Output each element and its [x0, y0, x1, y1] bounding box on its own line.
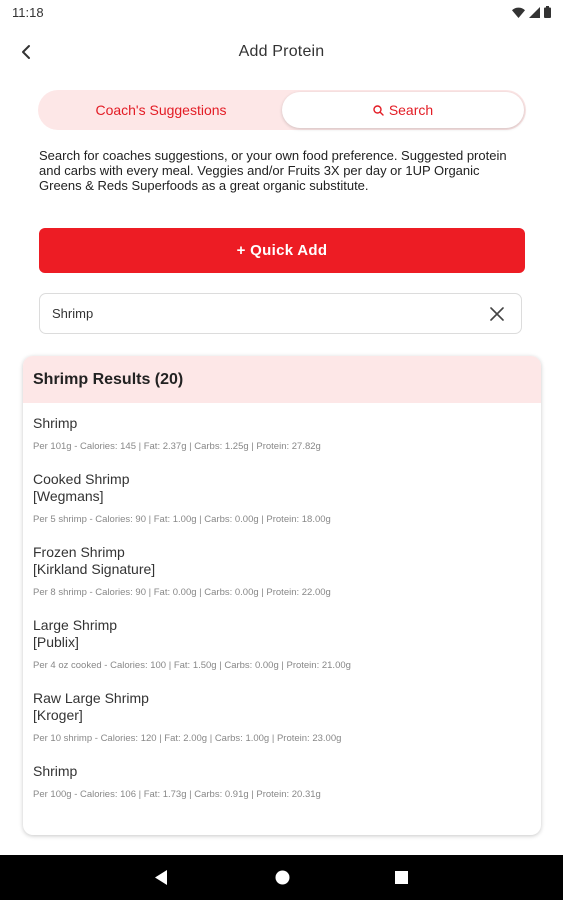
status-time: 11:18 — [12, 4, 44, 20]
close-icon — [490, 306, 504, 321]
battery-icon — [544, 6, 551, 18]
results-header: Shrimp Results (20) — [23, 356, 541, 403]
system-nav-bar — [0, 855, 563, 900]
home-circle-icon — [275, 870, 289, 885]
result-nutrition: Per 5 shrimp - Calories: 90 | Fat: 1.00g… — [33, 514, 331, 525]
result-brand: [Kirkland Signature] — [33, 561, 156, 577]
result-name: Frozen Shrimp — [33, 544, 125, 560]
tab-coach-suggestions[interactable]: Coach's Suggestions — [40, 92, 282, 128]
quick-add-label: + Quick Add — [236, 242, 328, 259]
app-header: Add Protein — [0, 32, 563, 72]
result-name: Raw Large Shrimp — [33, 690, 149, 706]
list-item[interactable]: Frozen Shrimp [Kirkland Signature] Per 8… — [33, 525, 531, 598]
result-name: Large Shrimp — [33, 617, 118, 633]
list-item[interactable]: Raw Large Shrimp [Kroger] Per 10 shrimp … — [33, 671, 531, 744]
nav-back-button[interactable] — [131, 855, 191, 900]
search-input[interactable] — [52, 306, 485, 321]
back-triangle-icon — [154, 870, 167, 885]
signal-icon — [529, 6, 540, 18]
result-nutrition: Per 101g - Calories: 145 | Fat: 2.37g | … — [33, 441, 321, 452]
search-icon — [373, 104, 384, 116]
recents-square-icon — [394, 871, 408, 884]
quick-add-button[interactable]: + Quick Add — [39, 228, 525, 273]
status-icons — [512, 6, 551, 18]
clear-search-button[interactable] — [485, 302, 509, 326]
tab-coach-suggestions-label: Coach's Suggestions — [95, 102, 227, 118]
results-list[interactable]: Shrimp Per 101g - Calories: 145 | Fat: 2… — [23, 403, 541, 800]
result-nutrition: Per 10 shrimp - Calories: 120 | Fat: 2.0… — [33, 733, 342, 744]
list-item[interactable]: Shrimp Per 100g - Calories: 106 | Fat: 1… — [33, 744, 531, 800]
list-item[interactable]: Large Shrimp [Publix] Per 4 oz cooked - … — [33, 598, 531, 671]
back-button[interactable] — [12, 38, 40, 66]
nav-recents-button[interactable] — [371, 855, 431, 900]
help-text: Search for coaches suggestions, or your … — [39, 148, 507, 193]
result-name: Shrimp — [33, 763, 78, 779]
list-item[interactable]: Cooked Shrimp [Wegmans] Per 5 shrimp - C… — [33, 452, 531, 525]
result-nutrition: Per 8 shrimp - Calories: 90 | Fat: 0.00g… — [33, 587, 331, 598]
result-brand: [Kroger] — [33, 707, 83, 723]
list-item[interactable]: Shrimp Per 101g - Calories: 145 | Fat: 2… — [33, 403, 531, 452]
results-title: Shrimp Results (20) — [33, 370, 184, 388]
nav-home-button[interactable] — [252, 855, 312, 900]
result-nutrition: Per 4 oz cooked - Calories: 100 | Fat: 1… — [33, 660, 351, 671]
result-name: Shrimp — [33, 415, 78, 431]
search-field — [39, 293, 522, 334]
results-card: Shrimp Results (20) Shrimp Per 101g - Ca… — [23, 356, 541, 835]
chevron-left-icon — [22, 45, 30, 59]
result-brand: [Wegmans] — [33, 488, 104, 504]
tab-search-label: Search — [388, 102, 434, 118]
wifi-icon — [512, 7, 525, 18]
tab-search[interactable]: Search — [282, 92, 524, 128]
result-brand: [Publix] — [33, 634, 79, 650]
status-bar: 11:18 — [0, 0, 563, 24]
result-nutrition: Per 100g - Calories: 106 | Fat: 1.73g | … — [33, 789, 321, 800]
result-name: Cooked Shrimp — [33, 471, 130, 487]
page-title: Add Protein — [238, 43, 325, 60]
tab-switcher: Coach's Suggestions Search — [38, 90, 526, 130]
